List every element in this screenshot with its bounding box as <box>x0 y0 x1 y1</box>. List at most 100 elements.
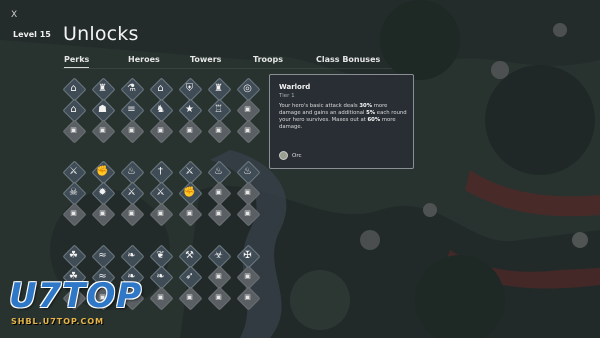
perk-slot[interactable]: ⚒ <box>178 244 203 269</box>
leaf-icon: ☘ <box>69 249 78 261</box>
perk-slot[interactable]: ★ <box>178 98 203 123</box>
fire-icon: ♨ <box>214 165 223 177</box>
house-upgrade-icon: ⌂ <box>70 103 77 115</box>
barracks-icon: ⌂ <box>157 82 164 94</box>
locked-perk-slot[interactable]: ▣ <box>236 98 261 123</box>
house-icon: ⌂ <box>70 82 77 94</box>
perk-slot[interactable]: ⛨ <box>178 77 203 102</box>
locked-perk-slot[interactable]: ▣ <box>62 202 87 227</box>
perk-slot[interactable]: ✊ <box>178 181 203 206</box>
lock-icon: ▣ <box>244 188 251 196</box>
locked-perk-slot[interactable]: ▣ <box>207 181 232 206</box>
lock-icon: ▣ <box>215 188 222 196</box>
fortress-icon: ♖ <box>214 103 223 115</box>
locked-perk-slot[interactable]: ▣ <box>178 119 203 144</box>
tab-heroes[interactable]: Heroes <box>128 55 160 67</box>
locked-perk-slot[interactable]: ▣ <box>207 265 232 290</box>
bow-icon: ➶ <box>185 270 194 282</box>
perk-slot[interactable]: ≈ <box>91 244 116 269</box>
perk-slot[interactable]: ⌂ <box>62 77 87 102</box>
shield-icon: ⛨ <box>185 82 194 94</box>
perk-slot[interactable]: ◎ <box>236 77 261 102</box>
locked-perk-slot[interactable]: ▣ <box>149 119 174 144</box>
perk-slot[interactable]: ☗ <box>91 98 116 123</box>
warrior-icon: ⚔ <box>185 165 194 177</box>
perk-slot[interactable]: ❧ <box>149 265 174 290</box>
perk-slot[interactable]: ⌂ <box>62 98 87 123</box>
tab-towers[interactable]: Towers <box>190 55 221 67</box>
lock-icon: ▣ <box>70 209 77 217</box>
close-button[interactable]: X <box>11 10 17 20</box>
tab-perks[interactable]: Perks <box>64 55 90 68</box>
perk-slot[interactable]: ♖ <box>207 98 232 123</box>
lock-icon: ▣ <box>186 293 193 301</box>
crossed-swords-icon: ⚔ <box>127 186 136 198</box>
perk-slot[interactable]: ☠ <box>62 181 87 206</box>
perk-slot[interactable]: ⌂ <box>149 77 174 102</box>
perk-slot[interactable]: ≡ <box>120 98 145 123</box>
flame-icon: ♨ <box>127 165 136 177</box>
cross-icon: ✠ <box>243 249 252 261</box>
knight-icon: ♞ <box>156 103 165 115</box>
perk-slot[interactable]: ♜ <box>91 77 116 102</box>
wind-icon: ≈ <box>98 249 107 261</box>
wing-icon: ❧ <box>127 249 136 261</box>
lock-icon: ▣ <box>215 209 222 217</box>
perk-slot[interactable]: ♨ <box>207 160 232 185</box>
perk-slot[interactable]: ♨ <box>236 160 261 185</box>
tab-troops[interactable]: Troops <box>253 55 283 67</box>
potion-icon: ⚗ <box>127 82 136 94</box>
locked-perk-slot[interactable]: ▣ <box>91 202 116 227</box>
perk-slot[interactable]: ❦ <box>149 244 174 269</box>
lock-icon: ▣ <box>244 209 251 217</box>
tooltip-race: Orc <box>279 151 302 160</box>
lock-icon: ▣ <box>128 209 135 217</box>
perk-slot[interactable]: ❧ <box>120 244 145 269</box>
locked-perk-slot[interactable]: ▣ <box>207 202 232 227</box>
locked-perk-slot[interactable]: ▣ <box>178 202 203 227</box>
perk-tooltip: Warlord Tier 1 Your hero's basic attack … <box>269 74 414 169</box>
locked-perk-slot[interactable]: ▣ <box>62 119 87 144</box>
locked-perk-slot[interactable]: ▣ <box>207 286 232 311</box>
perk-slot[interactable]: ⚔ <box>178 160 203 185</box>
lock-icon: ▣ <box>186 209 193 217</box>
lock-icon: ▣ <box>157 209 164 217</box>
perk-slot[interactable]: ⚗ <box>120 77 145 102</box>
locked-perk-slot[interactable]: ▣ <box>91 119 116 144</box>
perk-slot[interactable]: † <box>149 160 174 185</box>
locked-perk-slot[interactable]: ▣ <box>236 286 261 311</box>
locked-perk-slot[interactable]: ▣ <box>236 119 261 144</box>
locked-perk-slot[interactable]: ▣ <box>178 286 203 311</box>
perk-slot[interactable]: ♞ <box>149 98 174 123</box>
lock-icon: ▣ <box>70 126 77 134</box>
lock-icon: ▣ <box>244 293 251 301</box>
locked-perk-slot[interactable]: ▣ <box>120 119 145 144</box>
locked-perk-slot[interactable]: ▣ <box>236 202 261 227</box>
perk-slot[interactable]: ⚔ <box>149 181 174 206</box>
locked-perk-slot[interactable]: ▣ <box>149 202 174 227</box>
tooltip-perk-name: Warlord <box>279 83 311 91</box>
lock-icon: ▣ <box>157 126 164 134</box>
lock-icon: ▣ <box>244 105 251 113</box>
perk-slot[interactable]: ✠ <box>236 244 261 269</box>
perk-slot[interactable]: ⚔ <box>62 160 87 185</box>
perk-slot[interactable]: ♜ <box>207 77 232 102</box>
perk-slot[interactable]: ✊ <box>91 160 116 185</box>
perk-slot[interactable]: ☘ <box>62 244 87 269</box>
locked-perk-slot[interactable]: ▣ <box>236 181 261 206</box>
locked-perk-slot[interactable]: ▣ <box>149 286 174 311</box>
tab-class-bonuses[interactable]: Class Bonuses <box>316 55 380 67</box>
orc-race-icon <box>279 151 288 160</box>
perk-slot[interactable]: ✹ <box>91 181 116 206</box>
crossed-swords-icon: ⚔ <box>156 186 165 198</box>
perk-slot[interactable]: ☣ <box>207 244 232 269</box>
watermark-main-text: U7TOP <box>9 276 143 316</box>
locked-perk-slot[interactable]: ▣ <box>120 202 145 227</box>
perk-slot[interactable]: ⚔ <box>120 181 145 206</box>
locked-perk-slot[interactable]: ▣ <box>207 119 232 144</box>
lock-icon: ▣ <box>128 126 135 134</box>
lock-icon: ▣ <box>215 293 222 301</box>
perk-slot[interactable]: ♨ <box>120 160 145 185</box>
locked-perk-slot[interactable]: ▣ <box>236 265 261 290</box>
perk-slot[interactable]: ➶ <box>178 265 203 290</box>
